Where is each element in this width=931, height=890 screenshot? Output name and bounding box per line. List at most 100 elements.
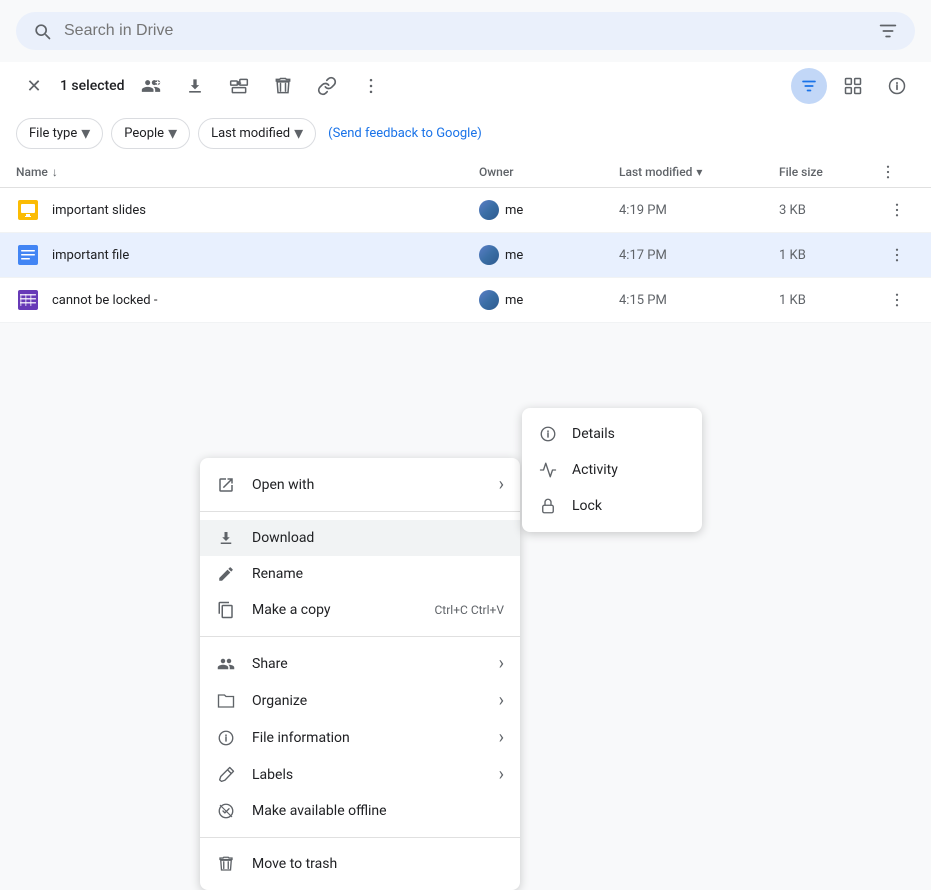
avatar (479, 245, 499, 265)
submenu-item-label: Lock (572, 498, 686, 514)
menu-item-label: Share (252, 656, 483, 672)
submenu-arrow-icon: › (499, 727, 504, 748)
toolbar: ✕ 1 selected (0, 62, 931, 110)
table-row[interactable]: cannot be locked - me 4:15 PM 1 KB (0, 278, 931, 323)
menu-item-offline[interactable]: Make available offline (200, 793, 520, 829)
trash-icon (216, 854, 236, 874)
context-menu: Open with › Download Rename (200, 458, 520, 890)
chevron-down-icon: ▾ (294, 123, 303, 144)
menu-item-share[interactable]: Share › (200, 645, 520, 682)
toolbar-left: ✕ 1 selected (16, 68, 787, 104)
chevron-down-icon: ▾ (81, 123, 90, 144)
feedback-link[interactable]: (Send feedback to Google) (328, 126, 482, 141)
name-column-header[interactable]: Name ↓ (16, 165, 479, 179)
label-icon (216, 765, 236, 785)
file-name: important slides (52, 203, 479, 218)
file-modified: 4:17 PM (619, 248, 779, 263)
sheets-file-icon (16, 288, 40, 312)
file-size: 1 KB (779, 293, 879, 308)
search-input[interactable] (64, 22, 865, 40)
menu-item-file-information[interactable]: File information › (200, 719, 520, 756)
table-row[interactable]: important file me 4:17 PM 1 KB (0, 233, 931, 278)
modified-column-header[interactable]: Last modified ▾ (619, 165, 779, 179)
menu-divider (200, 837, 520, 838)
file-list: important slides me 4:19 PM 3 KB importa… (0, 188, 931, 323)
submenu-item-label: Activity (572, 462, 686, 478)
menu-item-label: Move to trash (252, 856, 504, 872)
last-modified-label: Last modified (211, 126, 290, 141)
download-button[interactable] (177, 68, 213, 104)
submenu-item-label: Details (572, 426, 686, 442)
avatar (479, 200, 499, 220)
submenu-arrow-icon: › (499, 653, 504, 674)
copy-icon (216, 600, 236, 620)
add-person-button[interactable] (133, 68, 169, 104)
menu-item-label: Organize (252, 693, 483, 709)
menu-item-download[interactable]: Download (200, 520, 520, 556)
submenu-arrow-icon: › (499, 474, 504, 495)
info-button[interactable] (879, 68, 915, 104)
file-name: cannot be locked - (52, 293, 479, 308)
move-button[interactable] (221, 68, 257, 104)
slides-file-icon (16, 198, 40, 222)
file-size: 3 KB (779, 203, 879, 218)
info-icon (216, 728, 236, 748)
search-icon (32, 21, 52, 41)
submenu: Details Activity Lock (522, 408, 702, 532)
file-owner: me (479, 245, 619, 265)
file-more-button[interactable] (879, 239, 915, 271)
submenu-arrow-icon: › (499, 764, 504, 785)
download-icon (216, 528, 236, 548)
people-chip[interactable]: People ▾ (111, 118, 190, 149)
file-owner: me (479, 200, 619, 220)
lock-icon (538, 496, 558, 516)
file-list-header: Name ↓ Owner Last modified ▾ File size (0, 157, 931, 188)
menu-item-label: File information (252, 730, 483, 746)
menu-item-make-a-copy[interactable]: Make a copy Ctrl+C Ctrl+V (200, 592, 520, 628)
file-type-chip[interactable]: File type ▾ (16, 118, 103, 149)
file-more-button[interactable] (879, 194, 915, 226)
submenu-arrow-icon: › (499, 690, 504, 711)
share-icon (216, 654, 236, 674)
filter-options-button[interactable] (877, 20, 899, 42)
file-type-label: File type (29, 126, 77, 141)
chevron-down-icon: ▾ (168, 123, 177, 144)
organize-icon (216, 691, 236, 711)
close-selection-button[interactable]: ✕ (16, 68, 52, 104)
grid-view-button[interactable] (835, 68, 871, 104)
file-modified: 4:15 PM (619, 293, 779, 308)
menu-item-label: Make available offline (252, 803, 504, 819)
open-with-icon (216, 475, 236, 495)
more-column-header (879, 163, 915, 181)
menu-divider (200, 511, 520, 512)
file-size: 1 KB (779, 248, 879, 263)
trash-button[interactable] (265, 68, 301, 104)
last-modified-chip[interactable]: Last modified ▾ (198, 118, 316, 149)
shortcut-label: Ctrl+C Ctrl+V (435, 603, 505, 617)
offline-icon (216, 801, 236, 821)
table-row[interactable]: important slides me 4:19 PM 3 KB (0, 188, 931, 233)
menu-item-organize[interactable]: Organize › (200, 682, 520, 719)
menu-divider (200, 636, 520, 637)
file-more-button[interactable] (879, 284, 915, 316)
people-label: People (124, 126, 164, 141)
menu-item-open-with[interactable]: Open with › (200, 466, 520, 503)
rename-icon (216, 564, 236, 584)
size-column-header: File size (779, 165, 879, 179)
owner-column-header: Owner (479, 165, 619, 179)
submenu-item-activity[interactable]: Activity (522, 452, 702, 488)
sort-desc-icon: ▾ (696, 165, 702, 179)
menu-item-label: Make a copy (252, 602, 419, 618)
menu-item-label: Open with (252, 477, 483, 493)
link-button[interactable] (309, 68, 345, 104)
filter-active-button[interactable] (791, 68, 827, 104)
sort-arrow-icon: ↓ (52, 165, 58, 179)
file-name: important file (52, 248, 479, 263)
submenu-item-lock[interactable]: Lock (522, 488, 702, 524)
more-options-button[interactable] (353, 68, 389, 104)
menu-item-labels[interactable]: Labels › (200, 756, 520, 793)
filter-bar: File type ▾ People ▾ Last modified ▾ (Se… (0, 110, 931, 157)
menu-item-rename[interactable]: Rename (200, 556, 520, 592)
submenu-item-details[interactable]: Details (522, 416, 702, 452)
menu-item-trash[interactable]: Move to trash (200, 846, 520, 882)
